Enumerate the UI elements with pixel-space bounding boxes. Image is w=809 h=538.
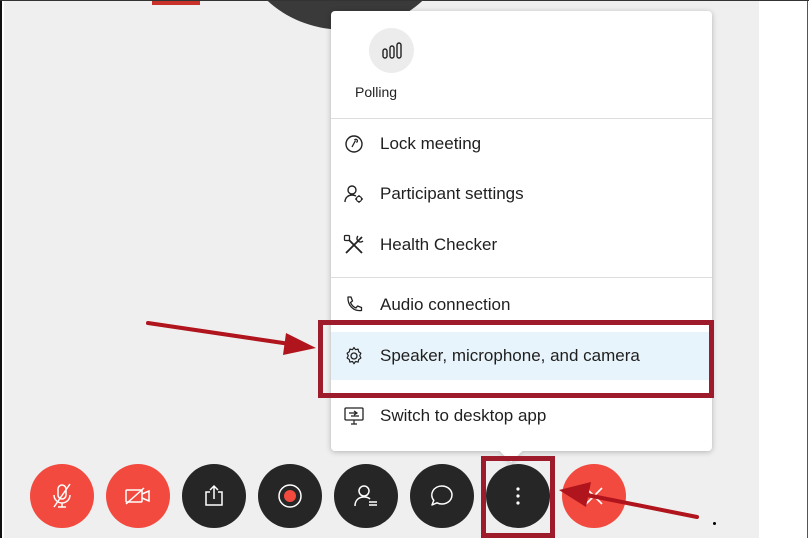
frame-border-top: [0, 0, 809, 1]
menu-divider: [331, 118, 712, 119]
phone-icon: [343, 294, 365, 316]
participants-button[interactable]: [334, 464, 398, 528]
chat-button[interactable]: [410, 464, 474, 528]
microphone-muted-icon: [53, 483, 71, 508]
video-button[interactable]: [106, 464, 170, 528]
share-icon: [205, 484, 223, 506]
menu-item-health-checker[interactable]: Health Checker: [331, 221, 712, 269]
participant-settings-icon: [343, 183, 365, 205]
desktop-app-icon: [343, 405, 365, 427]
polling-button[interactable]: [369, 28, 414, 73]
share-button[interactable]: [182, 464, 246, 528]
participants-icon: [354, 485, 377, 507]
screenshot-frame: Polling Lock meeting Participant setting…: [0, 0, 809, 538]
menu-item-participant-settings[interactable]: Participant settings: [331, 170, 712, 218]
record-button[interactable]: [258, 464, 322, 528]
right-strip: [759, 0, 809, 538]
menu-item-label: Switch to desktop app: [380, 406, 547, 425]
highlight-box-speaker: [318, 320, 714, 398]
menu-item-label: Lock meeting: [380, 134, 482, 153]
menu-item-lock-meeting[interactable]: Lock meeting: [331, 120, 712, 168]
mute-button[interactable]: [30, 464, 94, 528]
health-checker-icon: [343, 234, 365, 256]
menu-item-label: Audio connection: [380, 295, 511, 314]
record-icon: [278, 484, 302, 508]
frame-border: [0, 0, 2, 538]
chat-icon: [431, 485, 453, 506]
annotation-arrow-left: [146, 321, 316, 355]
polling-label: Polling: [355, 84, 398, 100]
highlight-box-more-options: [481, 456, 555, 538]
video-off-icon: [125, 487, 150, 505]
menu-item-switch-desktop-app[interactable]: Switch to desktop app: [331, 392, 712, 440]
lock-meeting-icon: [343, 133, 365, 155]
menu-item-label: Participant settings: [380, 184, 524, 203]
menu-divider: [331, 277, 712, 278]
stray-dot: [713, 522, 716, 525]
menu-item-label: Health Checker: [380, 235, 498, 254]
polling-icon: [381, 41, 402, 59]
annotation-arrow-right: [559, 482, 699, 519]
